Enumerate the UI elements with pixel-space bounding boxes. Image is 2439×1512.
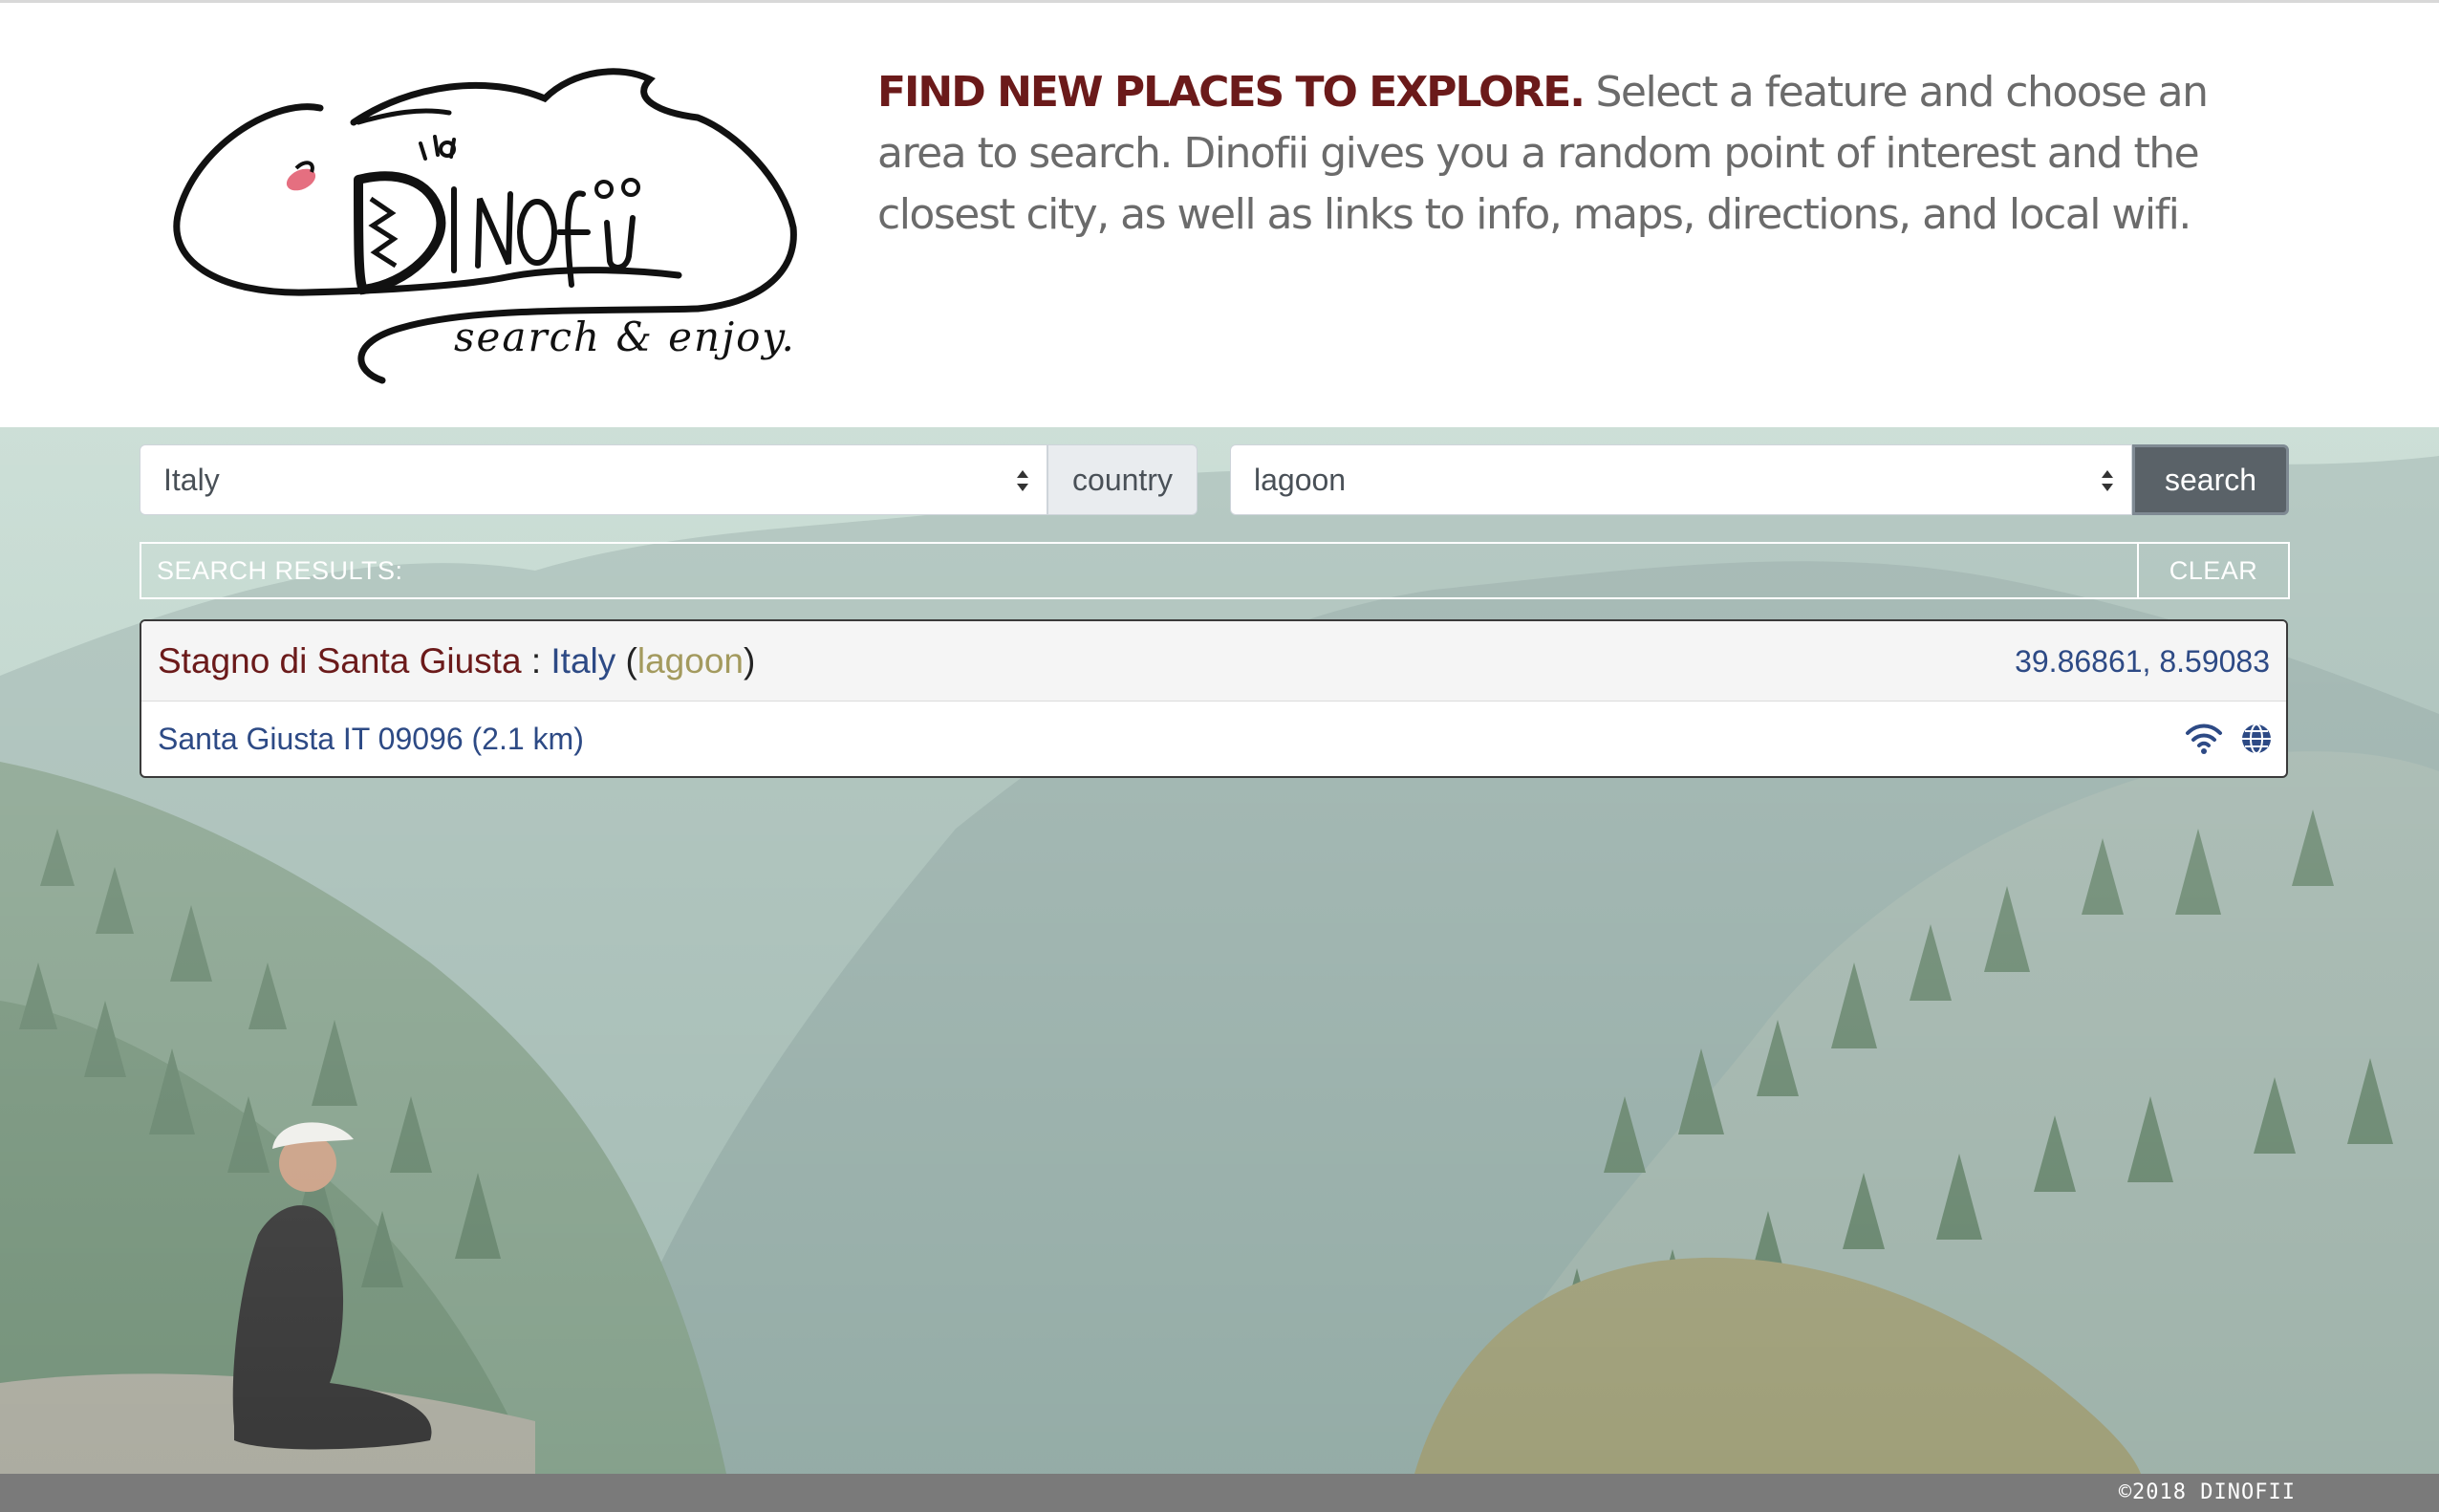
feature-close-paren: ) (743, 641, 756, 680)
closest-city-link[interactable]: Santa Giusta IT 09096 (2.1 km) (158, 702, 584, 776)
site-header: search & enjoy. FIND NEW PLACES TO EXPLO… (0, 0, 2439, 427)
area-select-value: Italy (163, 463, 220, 497)
intro-heading: FIND NEW PLACES TO EXPLORE. (877, 68, 1586, 117)
globe-icon[interactable] (2240, 723, 2273, 755)
place-country-link[interactable]: Italy (550, 641, 615, 680)
copyright-text: ©2018 DINOFII (2118, 1480, 2296, 1504)
title-separator: : (521, 641, 551, 680)
result-title: Stagno di Santa Giusta : Italy (lagoon) (158, 621, 755, 702)
intro-text: FIND NEW PLACES TO EXPLORE. Select a fea… (877, 62, 2254, 246)
place-feature: lagoon (637, 641, 744, 680)
place-name-link[interactable]: Stagno di Santa Giusta (158, 641, 522, 680)
search-results-bar: SEARCH RESULTS: CLEAR (140, 542, 2290, 599)
clear-button[interactable]: CLEAR (2137, 544, 2288, 597)
area-select[interactable]: Italy (140, 444, 1047, 515)
search-button[interactable]: search (2132, 444, 2289, 515)
site-footer: ©2018 DINOFII (0, 1474, 2439, 1512)
feature-open-paren: ( (615, 641, 637, 680)
feature-select[interactable]: lagoon (1230, 444, 2132, 515)
dinofii-logo[interactable]: search & enjoy. (162, 55, 812, 400)
select-arrows-icon (1017, 470, 1028, 491)
coordinates-link[interactable]: 39.86861, 8.59083 (2015, 621, 2270, 702)
feature-select-value: lagoon (1254, 463, 1347, 497)
result-card-body: Santa Giusta IT 09096 (2.1 km) (141, 702, 2286, 776)
wifi-icon[interactable] (2185, 723, 2223, 755)
result-card: Stagno di Santa Giusta : Italy (lagoon) … (140, 619, 2288, 778)
result-card-header: Stagno di Santa Giusta : Italy (lagoon) … (141, 621, 2286, 702)
area-type-label: country (1047, 444, 1198, 515)
search-results-label: SEARCH RESULTS: (157, 556, 403, 585)
select-arrows-icon (2102, 470, 2113, 491)
logo-tagline: search & enjoy. (454, 313, 796, 360)
